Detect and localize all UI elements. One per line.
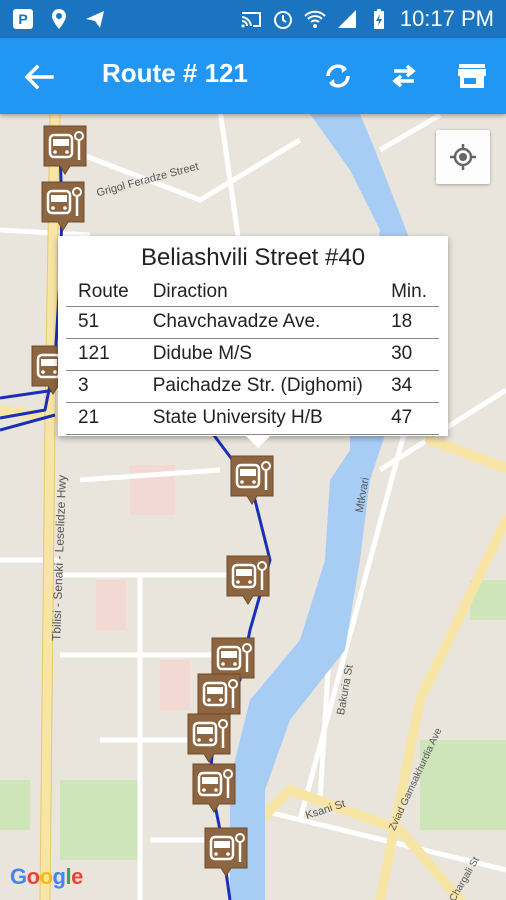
bus-stop-marker[interactable] <box>203 826 249 878</box>
bus-stop-marker[interactable] <box>186 712 232 764</box>
my-location-icon <box>450 144 476 170</box>
column-header-direction: Diraction <box>140 278 380 307</box>
alarm-clock-icon <box>273 11 292 29</box>
route-number: 21 <box>66 402 141 435</box>
column-header-minutes: Min. <box>379 278 439 307</box>
bus-stop-marker-icon <box>41 181 85 231</box>
status-bar: P 10:17 PM <box>0 0 506 38</box>
refresh-icon[interactable] <box>322 60 354 92</box>
route-number: 51 <box>66 306 141 339</box>
route-number: 3 <box>66 370 141 403</box>
bus-stop-marker[interactable] <box>229 454 275 506</box>
direction: Didube M/S <box>140 338 380 371</box>
bus-stop-marker-icon <box>192 763 236 813</box>
location-pin-icon <box>52 9 66 29</box>
swap-direction-icon[interactable] <box>388 60 420 92</box>
minutes: 18 <box>379 306 439 339</box>
bus-stop-marker-icon <box>230 455 274 505</box>
direction: State University H/B <box>140 402 380 435</box>
svg-text:P: P <box>18 11 27 27</box>
clock-time: 10:17 PM <box>399 6 494 31</box>
table-header-row: Route Diraction Min. <box>66 278 439 307</box>
minutes: 30 <box>379 338 439 371</box>
bus-stop-marker-icon <box>204 827 248 877</box>
google-logo: Google <box>10 864 83 889</box>
cast-icon <box>241 12 261 28</box>
table-row: 21 State University H/B 47 <box>66 402 439 435</box>
bus-stop-marker[interactable] <box>191 762 237 814</box>
minutes: 34 <box>379 370 439 403</box>
store-icon[interactable] <box>456 60 488 92</box>
page-title: Route # 121 <box>102 58 248 88</box>
signal-icon <box>337 10 356 28</box>
arrivals-table: Route Diraction Min. 51 Chavchavadze Ave… <box>66 278 439 435</box>
app-notification-icon: P <box>13 9 33 29</box>
my-location-button[interactable] <box>436 130 490 184</box>
app-bar: Route # 121 <box>0 38 506 114</box>
bus-stop-marker-icon <box>43 125 87 175</box>
stop-info-window[interactable]: Beliashvili Street #40 Route Diraction M… <box>58 236 448 448</box>
wifi-icon <box>304 10 326 28</box>
bus-stop-marker-icon <box>226 555 270 605</box>
direction: Paichadze Str. (Dighomi) <box>140 370 380 403</box>
bus-stop-marker[interactable] <box>42 124 88 176</box>
bus-stop-marker[interactable] <box>40 180 86 232</box>
route-number: 121 <box>66 338 141 371</box>
back-arrow-icon[interactable] <box>22 60 56 94</box>
table-row: 121 Didube M/S 30 <box>66 338 439 371</box>
battery-charging-icon <box>373 9 384 29</box>
stop-title: Beliashvili Street #40 <box>140 244 366 271</box>
navigation-arrow-icon <box>86 11 104 28</box>
map-view[interactable]: Grigol Feradze Street Tbilisi - Senaki -… <box>0 114 506 900</box>
minutes: 47 <box>379 402 439 435</box>
bus-stop-marker-icon <box>187 713 231 763</box>
table-row: 51 Chavchavadze Ave. 18 <box>66 306 439 339</box>
table-row: 3 Paichadze Str. (Dighomi) 34 <box>66 370 439 403</box>
column-header-route: Route <box>66 278 141 307</box>
bus-stop-marker[interactable] <box>225 554 271 606</box>
direction: Chavchavadze Ave. <box>140 306 380 339</box>
